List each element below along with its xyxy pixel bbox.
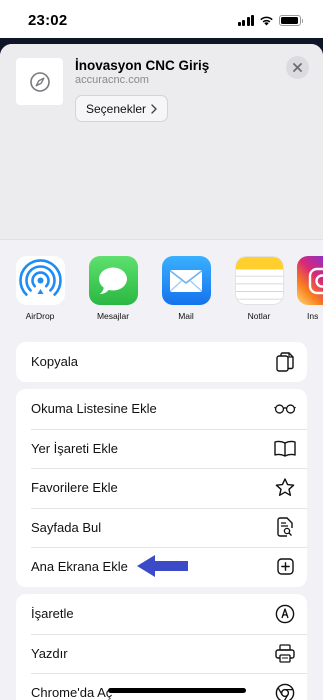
close-icon xyxy=(293,63,302,72)
action-label: Yer İşareti Ekle xyxy=(31,440,118,456)
status-time: 23:02 xyxy=(28,11,68,29)
compass-icon xyxy=(29,71,50,92)
status-icons xyxy=(237,14,303,26)
action-markup[interactable]: İşaretle xyxy=(16,594,307,634)
share-sheet: İnovasyon CNC Giriş accuracnc.com Seçene… xyxy=(0,44,323,700)
chrome-icon xyxy=(274,682,296,700)
action-label: Ana Ekrana Ekle xyxy=(31,559,128,575)
close-button[interactable] xyxy=(286,56,309,79)
add-square-icon xyxy=(274,556,296,578)
markup-icon xyxy=(274,603,296,625)
book-icon xyxy=(274,437,296,459)
app-label: Ins xyxy=(307,311,319,321)
action-add-reading-list[interactable]: Okuma Listesine Ekle xyxy=(16,389,307,429)
app-messages[interactable]: Mesajlar xyxy=(81,256,145,321)
app-instagram[interactable]: Ins xyxy=(297,256,323,321)
action-find-in-page[interactable]: Sayfada Bul xyxy=(16,507,307,548)
cellular-signal-icon xyxy=(237,14,254,26)
action-add-bookmark[interactable]: Yer İşareti Ekle xyxy=(16,428,307,469)
share-sheet-header: İnovasyon CNC Giriş accuracnc.com Seçene… xyxy=(0,44,323,240)
messages-icon xyxy=(88,256,138,305)
status-bar: 23:02 xyxy=(0,0,323,40)
site-thumbnail xyxy=(16,58,63,105)
action-group-more: İşaretle Yazdır Chrome'da Aç xyxy=(16,594,307,700)
printer-icon xyxy=(274,642,296,664)
mail-icon xyxy=(161,256,211,305)
action-label: İşaretle xyxy=(31,606,74,622)
action-label: Chrome'da Aç xyxy=(31,685,113,700)
action-print[interactable]: Yazdır xyxy=(16,633,307,674)
action-label: Kopyala xyxy=(31,354,78,370)
find-in-page-icon xyxy=(274,516,296,538)
site-title: İnovasyon CNC Giriş xyxy=(75,58,210,73)
action-copy[interactable]: Kopyala xyxy=(16,342,307,382)
action-group-copy: Kopyala xyxy=(16,342,307,382)
glasses-icon xyxy=(274,398,296,420)
action-label: Sayfada Bul xyxy=(31,519,102,535)
options-button[interactable]: Seçenekler xyxy=(75,95,169,122)
copy-icon xyxy=(274,351,296,373)
app-label: Mesajlar xyxy=(96,311,130,321)
action-label: Yazdır xyxy=(31,645,68,661)
share-apps-row: AirDrop Mesajlar Mail Notlar Ins xyxy=(0,256,323,326)
airdrop-icon xyxy=(15,256,65,305)
app-label: Notlar xyxy=(247,311,271,321)
annotation-arrow xyxy=(137,555,188,577)
app-notes[interactable]: Notlar xyxy=(227,256,291,321)
site-url: accuracnc.com xyxy=(75,74,149,86)
app-label: Mail xyxy=(178,311,194,321)
options-button-label: Seçenekler xyxy=(86,101,147,116)
app-airdrop[interactable]: AirDrop xyxy=(8,256,72,321)
star-icon xyxy=(274,477,296,499)
chevron-right-icon xyxy=(151,103,157,114)
action-label: Favorilere Ekle xyxy=(31,480,118,496)
action-open-in-chrome[interactable]: Chrome'da Aç xyxy=(16,673,307,700)
instagram-icon xyxy=(297,256,323,305)
notes-icon xyxy=(234,256,284,305)
action-label: Okuma Listesine Ekle xyxy=(31,401,157,417)
wifi-icon xyxy=(260,16,273,25)
app-mail[interactable]: Mail xyxy=(154,256,218,321)
app-label: AirDrop xyxy=(25,311,55,321)
action-add-favorites[interactable]: Favorilere Ekle xyxy=(16,468,307,508)
home-indicator xyxy=(108,688,246,693)
battery-icon xyxy=(279,14,303,26)
